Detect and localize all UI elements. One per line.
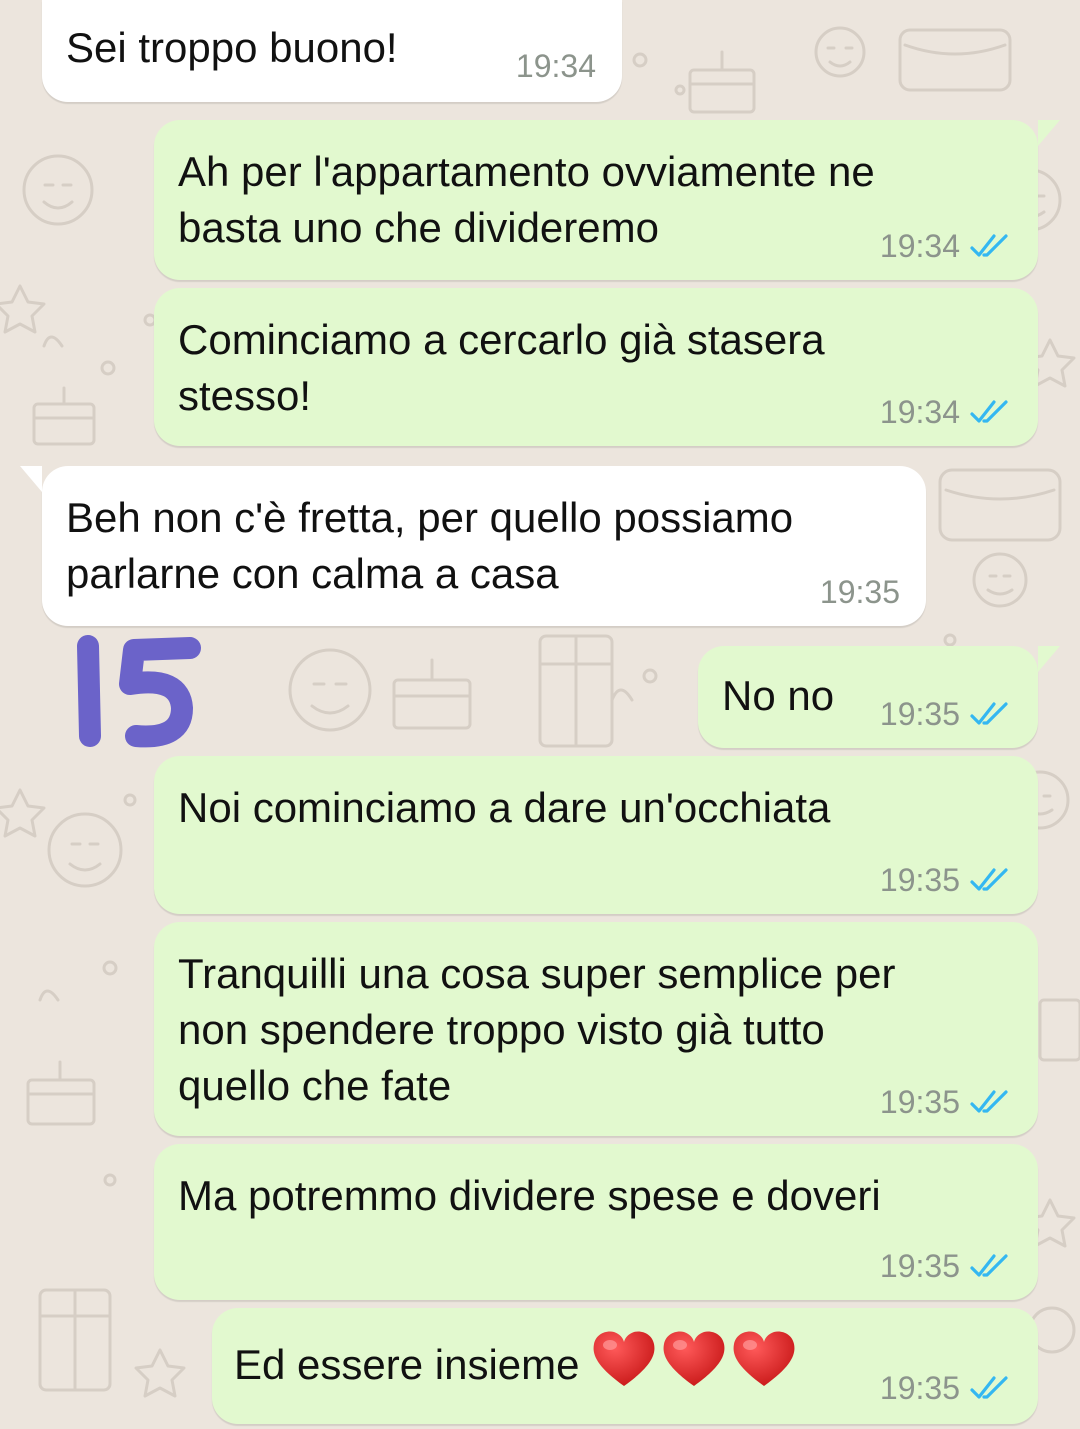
bubble-tail [20,466,42,492]
message-bubble-outgoing[interactable]: Ed essere insieme 19:35 [212,1308,1038,1424]
message-text: Ah per l'appartamento ovviamente ne bast… [178,148,875,251]
heart-emoji-icon [733,1331,794,1386]
read-receipt-icon [970,1090,1008,1113]
message-text: Noi cominciamo a dare un'occhiata [178,784,831,831]
read-receipt-icon [970,1376,1008,1399]
message-time: 19:35 [879,1370,960,1406]
read-receipt-icon [970,234,1008,257]
message-text: Tranquilli una cosa super semplice per n… [178,950,896,1109]
message-bubble-outgoing[interactable]: Ah per l'appartamento ovviamente ne bast… [154,120,1060,280]
read-receipt-icon [970,868,1008,891]
message-text-content: Ed essere insieme [234,1341,580,1388]
message-text: Cominciamo a cercarlo già stasera stesso… [178,316,825,419]
message-time: 19:34 [515,48,596,84]
message-meta: 19:35 [880,698,1014,730]
handwritten-annotation-15 [77,635,201,748]
read-receipt-icon [970,702,1008,725]
read-receipt-icon [970,1254,1008,1277]
message-bubble-incoming[interactable]: Beh non c'è fretta, per quello possiamo … [20,466,926,626]
message-text: No no [722,672,835,719]
message-time: 19:35 [879,1084,960,1120]
read-receipt-icon [970,400,1008,423]
message-meta: 19:35 [880,1372,1014,1404]
message-text: Ed essere insieme [234,1331,798,1396]
message-text: Beh non c'è fretta, per quello possiamo … [66,494,794,597]
message-bubble-outgoing[interactable]: Ma potremmo dividere spese e doveri 19:3… [154,1144,1038,1300]
message-time: 19:35 [879,696,960,732]
heart-emoji-icon [663,1331,724,1386]
message-time: 19:35 [819,574,900,610]
message-time: 19:35 [879,862,960,898]
heart-emoji-icon [593,1331,654,1386]
emoji-group [590,1328,798,1390]
message-meta: 19:34 [880,396,1014,428]
message-bubble-outgoing[interactable]: Cominciamo a cercarlo già stasera stesso… [154,288,1038,446]
message-time: 19:34 [879,394,960,430]
message-bubble-outgoing[interactable]: No no 19:35 [698,646,1060,748]
message-meta: 19:34 [880,230,1014,262]
message-text: Ma potremmo dividere spese e doveri [178,1172,881,1219]
message-meta: 19:35 [880,864,1014,896]
message-text: Sei troppo buono! [66,24,398,71]
message-bubble-incoming[interactable]: Sei troppo buono! 19:34 [42,0,622,102]
bubble-tail [1038,646,1060,672]
message-time: 19:35 [879,1248,960,1284]
bubble-tail [1038,120,1060,146]
message-bubble-outgoing[interactable]: Tranquilli una cosa super semplice per n… [154,922,1038,1136]
message-time: 19:34 [879,228,960,264]
message-meta: 19:34 [516,50,596,82]
message-meta: 19:35 [880,1250,1014,1282]
message-meta: 19:35 [880,1086,1014,1118]
message-meta: 19:35 [820,576,900,608]
message-bubble-outgoing[interactable]: Noi cominciamo a dare un'occhiata 19:35 [154,756,1038,914]
